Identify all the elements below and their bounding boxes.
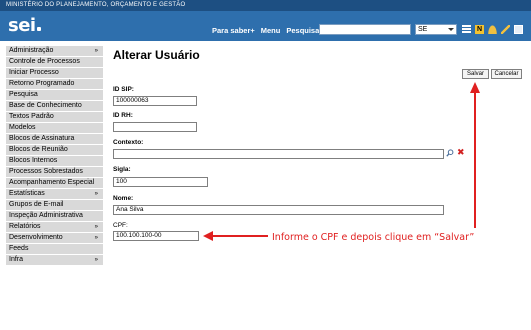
chevron-right-icon: » [94,191,98,197]
sidebar-item-textos-padrao[interactable]: Textos Padrão [6,112,103,123]
id-rh-label: ID RH: [113,112,133,119]
menu-link[interactable]: Menu [261,26,281,35]
sigla-label: Sigla: [113,166,131,173]
user-icon[interactable] [488,25,497,34]
arrow-to-cpf-head [203,231,213,241]
unit-select[interactable]: SE [415,24,457,35]
header-icons: N [462,25,523,34]
pesquisa-link[interactable]: Pesquisa [286,26,319,35]
sidebar-item-controle-processos[interactable]: Controle de Processos [6,57,103,68]
cpf-label: CPF: [113,222,128,229]
nome-field[interactable]: Ana Silva [113,205,444,215]
cancel-button[interactable]: Cancelar [491,69,522,79]
cpf-field[interactable]: 100.100.100-00 [113,231,199,241]
header-links: Para saber+ Menu Pesquisa [212,26,319,35]
contexto-field[interactable] [113,149,444,159]
save-button[interactable]: Salvar [462,69,489,79]
header-search-input[interactable] [319,24,411,35]
chevron-right-icon: » [94,235,98,241]
remove-icon[interactable]: ✖ [457,148,465,157]
sidebar-item-blocos-assinatura[interactable]: Blocos de Assinatura [6,134,103,145]
sei-logo[interactable]: sei [8,15,41,36]
sidebar-item-retorno-programado[interactable]: Retorno Programado [6,79,103,90]
ministry-bar: MINISTÉRIO DO PLANEJAMENTO, ORÇAMENTO E … [0,0,531,11]
instruction-annotation: Informe o CPF e depois clique em “Salvar… [272,232,475,243]
sidebar-item-feeds[interactable]: Feeds [6,244,103,255]
id-rh-field[interactable] [113,122,197,132]
search-icon[interactable] [446,149,454,157]
sidebar-item-inspecao-administrativa[interactable]: Inspeção Administrativa [6,211,103,222]
sidebar-item-infra[interactable]: Infra» [6,255,103,266]
sidebar-item-pesquisa[interactable]: Pesquisa [6,90,103,101]
contexto-label: Contexto: [113,139,144,146]
page-title: Alterar Usuário [113,48,200,62]
sidebar-item-base-conhecimento[interactable]: Base de Conhecimento [6,101,103,112]
para-saber-link[interactable]: Para saber+ [212,26,255,35]
notification-n-icon[interactable]: N [475,25,484,34]
sidebar-item-administracao[interactable]: Administração» [6,46,103,57]
id-sip-label: ID SIP: [113,86,134,93]
sigla-field[interactable]: 100 [113,177,208,187]
sidebar-item-grupos-email[interactable]: Grupos de E-mail [6,200,103,211]
ministry-name: MINISTÉRIO DO PLANEJAMENTO, ORÇAMENTO E … [6,2,186,8]
chevron-right-icon: » [94,48,98,54]
chevron-down-icon [448,28,454,31]
id-sip-field[interactable]: 100000063 [113,96,197,106]
sidebar-item-desenvolvimento[interactable]: Desenvolvimento» [6,233,103,244]
sidebar-item-acompanhamento-especial[interactable]: Acompanhamento Especial [6,178,103,189]
sidebar-item-estatisticas[interactable]: Estatísticas» [6,189,103,200]
sidebar-item-processos-sobrestados[interactable]: Processos Sobrestados [6,167,103,178]
sidebar-item-relatorios[interactable]: Relatórios» [6,222,103,233]
units-grid-icon[interactable] [462,25,471,34]
top-header: sei Para saber+ Menu Pesquisa SE N [0,11,531,41]
sidebar-item-iniciar-processo[interactable]: Iniciar Processo [6,68,103,79]
sidebar-menu: Administração» Controle de Processos Ini… [6,46,103,266]
chevron-right-icon: » [94,224,98,230]
sidebar-item-modelos[interactable]: Modelos [6,123,103,134]
pen-icon[interactable] [501,25,510,34]
nome-label: Nome: [113,195,134,202]
arrow-to-save-head [470,82,480,93]
exit-icon[interactable] [514,25,523,34]
chevron-right-icon: » [94,257,98,263]
sidebar-item-blocos-internos[interactable]: Blocos Internos [6,156,103,167]
sidebar-item-blocos-reuniao[interactable]: Blocos de Reunião [6,145,103,156]
